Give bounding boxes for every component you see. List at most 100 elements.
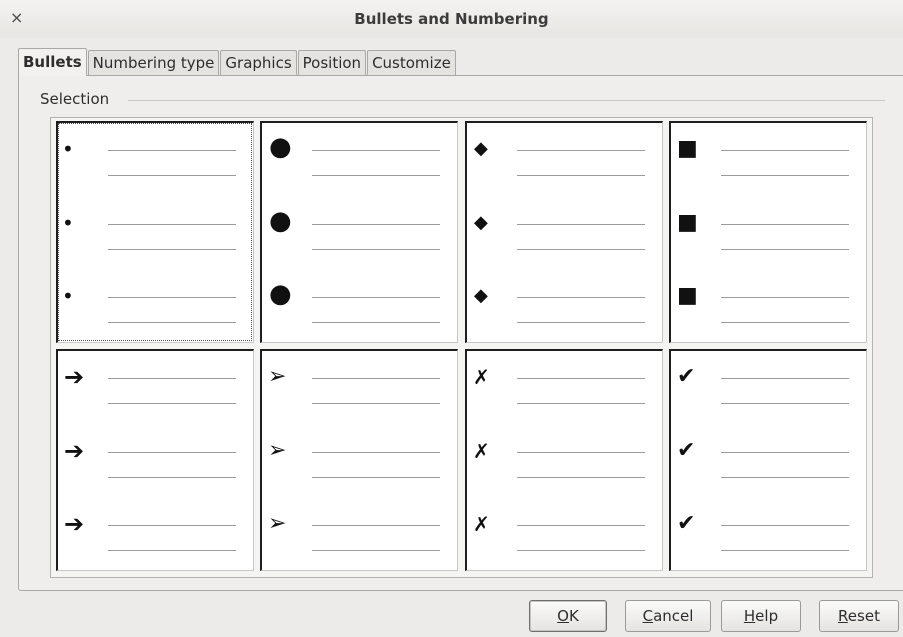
small-dot-bullet-icon: • (62, 211, 74, 235)
preview-line-primary (721, 297, 849, 298)
ok-mnemonic: O (557, 607, 569, 625)
preview-line-primary (517, 452, 645, 453)
preview-line-secondary (108, 550, 236, 551)
large-dot-bullet-icon: ● (269, 206, 292, 236)
bullet-preview-line: ◆ (467, 133, 663, 176)
bullet-preview-line: ✔ (671, 361, 867, 404)
title-bar: × Bullets and Numbering (0, 0, 903, 38)
bullet-preview-line: ✗ (467, 508, 663, 551)
cross-bullet-icon: ✗ (473, 439, 490, 463)
selection-group-label: Selection (40, 90, 116, 108)
bullet-style-option[interactable]: ➢ ➢ ➢ (260, 349, 458, 571)
preview-line-primary (721, 224, 849, 225)
preview-line-primary (312, 378, 440, 379)
preview-line-primary (721, 378, 849, 379)
preview-line-secondary (517, 249, 645, 250)
small-dot-bullet-icon: • (62, 284, 74, 308)
preview-line-primary (721, 525, 849, 526)
bullet-preview-line: ◆ (467, 280, 663, 323)
help-mnemonic: H (743, 607, 756, 625)
bullet-preview-line: ✔ (671, 508, 867, 551)
preview-line-primary (517, 224, 645, 225)
preview-line-primary (312, 297, 440, 298)
bullet-preview-line: ➢ (262, 361, 458, 404)
preview-line-primary (108, 378, 236, 379)
preview-line-secondary (721, 477, 849, 478)
tab-bullets[interactable]: Bullets (18, 48, 87, 76)
preview-line-primary (312, 525, 440, 526)
bullet-style-option[interactable]: ✔ ✔ ✔ (669, 349, 867, 571)
preview-line-primary (108, 297, 236, 298)
preview-line-secondary (108, 477, 236, 478)
bullet-style-option[interactable]: ■ ■ ■ (669, 121, 867, 343)
diamond-bullet-icon: ◆ (474, 285, 488, 306)
square-bullet-icon: ■ (677, 210, 698, 235)
diamond-bullet-icon: ◆ (474, 138, 488, 159)
check-bullet-icon: ✔ (677, 511, 696, 536)
bullet-preview-line: ● (262, 279, 458, 323)
bullet-preview-line: ➔ (58, 508, 254, 551)
bullet-style-option[interactable]: ✗ ✗ ✗ (465, 349, 663, 571)
bullet-preview-line: ➔ (58, 361, 254, 404)
diamond-bullet-icon: ◆ (474, 212, 488, 233)
preview-line-secondary (108, 249, 236, 250)
preview-line-secondary (721, 249, 849, 250)
preview-line-secondary (312, 322, 440, 323)
bullet-preview-line: • (58, 280, 254, 323)
bullet-preview-line: ➢ (262, 435, 458, 478)
preview-line-secondary (517, 403, 645, 404)
group-divider (128, 100, 885, 101)
arrowhead-bullet-icon: ➢ (268, 511, 287, 536)
check-bullet-icon: ✔ (677, 364, 696, 389)
large-dot-bullet-icon: ● (269, 279, 292, 309)
preview-line-primary (517, 378, 645, 379)
arrow-bullet-icon: ➔ (64, 363, 85, 391)
preview-line-secondary (312, 175, 440, 176)
cancel-button[interactable]: Cancel (625, 600, 711, 632)
tab-numbering-type[interactable]: Numbering type (87, 50, 220, 76)
tab-customize[interactable]: Customize (367, 50, 456, 76)
tab-position[interactable]: Position (297, 50, 367, 76)
cancel-mnemonic: C (642, 607, 654, 625)
bullet-preview-line: ➢ (262, 508, 458, 551)
bullet-style-option[interactable]: • • • (56, 121, 254, 343)
preview-line-secondary (312, 403, 440, 404)
bullet-style-option[interactable]: ➔ ➔ ➔ (56, 349, 254, 571)
preview-line-primary (108, 525, 236, 526)
reset-button[interactable]: Reset (819, 600, 899, 632)
square-bullet-icon: ■ (677, 283, 698, 308)
bullet-preview-line: ◆ (467, 207, 663, 250)
bullet-preview-line: ■ (671, 133, 867, 176)
bullet-style-option[interactable]: ● ● ● (260, 121, 458, 343)
preview-line-primary (721, 452, 849, 453)
preview-line-secondary (721, 175, 849, 176)
cross-bullet-icon: ✗ (473, 512, 490, 536)
check-bullet-icon: ✔ (677, 438, 696, 463)
small-dot-bullet-icon: • (62, 137, 74, 161)
preview-line-primary (108, 452, 236, 453)
tab-graphics[interactable]: Graphics (220, 50, 297, 76)
help-button[interactable]: Help (721, 600, 801, 632)
preview-line-secondary (517, 322, 645, 323)
ok-button[interactable]: OK (529, 600, 607, 632)
arrowhead-bullet-icon: ➢ (268, 364, 287, 389)
bullet-preview-line: • (58, 207, 254, 250)
bullet-preview-line: ● (262, 206, 458, 250)
preview-line-secondary (312, 477, 440, 478)
dialog-title: Bullets and Numbering (354, 10, 549, 28)
preview-line-secondary (721, 322, 849, 323)
preview-line-primary (517, 150, 645, 151)
large-dot-bullet-icon: ● (269, 132, 292, 162)
bullet-style-option[interactable]: ◆ ◆ ◆ (465, 121, 663, 343)
reset-mnemonic: R (838, 607, 848, 625)
preview-line-secondary (517, 477, 645, 478)
arrowhead-bullet-icon: ➢ (268, 438, 287, 463)
bullet-preview-line: • (58, 133, 254, 176)
preview-line-secondary (108, 322, 236, 323)
preview-line-secondary (312, 550, 440, 551)
preview-line-secondary (517, 550, 645, 551)
cancel-label-rest: ancel (653, 607, 694, 625)
bullet-preview-line: ✗ (467, 435, 663, 478)
preview-line-secondary (721, 550, 849, 551)
preview-line-secondary (108, 175, 236, 176)
